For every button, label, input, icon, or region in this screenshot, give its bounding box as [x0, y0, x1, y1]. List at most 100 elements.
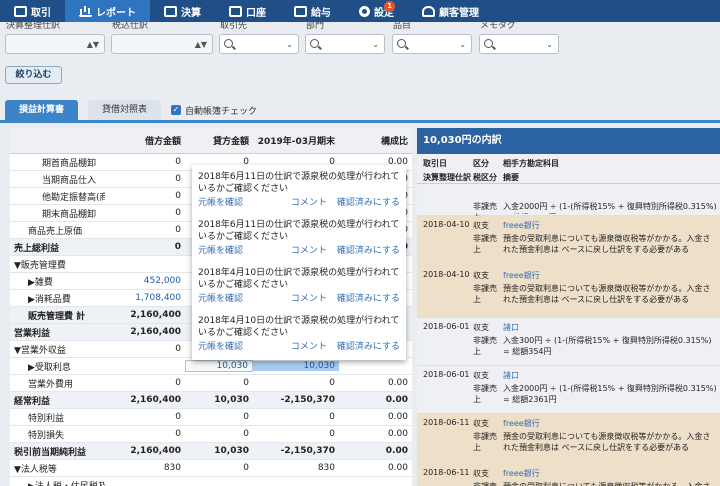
- header-tax: 税区分: [473, 173, 497, 182]
- nav-item-5[interactable]: 設定: [345, 0, 408, 22]
- check-message: 2018年6月11日の仕訳で源泉税の処理が行われているかご確認ください: [198, 172, 400, 194]
- cell-debit[interactable]: 1,708,400: [105, 293, 185, 303]
- cell-name: 営業外費用: [28, 379, 74, 390]
- nav-item-3[interactable]: 口座: [215, 0, 280, 22]
- bar-chart-icon: [79, 6, 92, 17]
- table-row[interactable]: 特別損失 0 0 0 0.00: [10, 426, 412, 443]
- comment-link[interactable]: コメント: [291, 245, 327, 257]
- auto-check-toggle[interactable]: ✓ 自動帳簿チェック: [171, 104, 257, 117]
- table-row[interactable]: 経常利益 2,160,400 10,030 -2,150,370 0.00: [10, 392, 412, 409]
- cell-credit[interactable]: 0: [185, 378, 253, 388]
- breakdown-row[interactable]: 非課売上入金2000円 ÷ (1-(所得税15% + 復興特別所得税0.315%…: [417, 184, 720, 222]
- breakdown-row[interactable]: 2018-06-01 収支 諸口 非課売上 入金300円 ÷ (1-(所得税15% + …: [417, 318, 720, 366]
- cell-balance[interactable]: -2,150,370: [253, 446, 339, 456]
- mark-checked-link[interactable]: 確認済みにする: [337, 197, 400, 209]
- cell-debit[interactable]: 2,160,400: [105, 327, 185, 337]
- chevron-down-icon: ⌄: [459, 40, 466, 49]
- nav-item-6[interactable]: 顧客管理: [408, 0, 493, 22]
- adjust-entry-select[interactable]: ▲▼: [5, 34, 105, 54]
- cell-credit[interactable]: 10,030: [185, 395, 253, 405]
- cell-credit[interactable]: 0: [185, 429, 253, 439]
- comment-link[interactable]: コメント: [291, 197, 327, 209]
- cell-credit[interactable]: 10,030: [185, 446, 253, 456]
- breakdown-row[interactable]: 2018-06-01 収支 諸口 非課売上 入金2000円 ÷ (1-(所得税15% +…: [417, 366, 720, 414]
- breakdown-account[interactable]: freee銀行: [503, 270, 540, 281]
- breakdown-row[interactable]: 2018-04-10 収支 freee銀行 非課売上 預金の受取利息についても源泉徴収税…: [417, 216, 720, 266]
- breakdown-account[interactable]: 諸口: [503, 370, 519, 381]
- ledger-link[interactable]: 元帳を確認: [198, 341, 243, 353]
- breakdown-memo: 入金2000円 ÷ (1-(所得税15% + 復興特別所得税0.315%) = …: [503, 384, 717, 404]
- cell-name: 期末商品棚卸: [42, 209, 97, 220]
- table-row[interactable]: 税引前当期純利益 2,160,400 10,030 -2,150,370 0.00: [10, 443, 412, 460]
- cell-debit[interactable]: 0: [105, 412, 185, 422]
- tab-balance-sheet[interactable]: 貸借対照表: [88, 100, 162, 120]
- breakdown-account[interactable]: freee銀行: [503, 220, 540, 231]
- breakdown-row[interactable]: 2018-04-10 収支 freee銀行 非課売上 預金の受取利息についても源泉徴収税…: [417, 266, 720, 318]
- nav-item-2[interactable]: 決算: [150, 0, 215, 22]
- table-row[interactable]: ▶法人税・住民税及: [10, 477, 412, 486]
- table-row[interactable]: ▼法人税等 830 0 830 0.00: [10, 460, 412, 477]
- filter-label-memo-tag: メモタグ: [480, 22, 517, 31]
- cell-name: ▶雑費: [28, 277, 53, 288]
- department-search[interactable]: ⌄: [305, 34, 385, 54]
- cell-debit[interactable]: 0: [105, 344, 185, 354]
- cell-debit[interactable]: 830: [105, 463, 185, 473]
- document-icon: [14, 5, 27, 17]
- filter-label-department: 部門: [306, 22, 325, 31]
- cell-debit[interactable]: 0: [105, 225, 185, 235]
- cell-balance[interactable]: 0: [253, 378, 339, 388]
- breakdown-row[interactable]: 2018-06-11収支 freee銀行非課売上預金の受取利息についても源泉徴収税…: [417, 414, 720, 464]
- bank-icon: [229, 5, 242, 17]
- memo-tag-search[interactable]: ⌄: [479, 34, 559, 54]
- cell-debit[interactable]: 0: [105, 174, 185, 184]
- comment-link[interactable]: コメント: [291, 293, 327, 305]
- ledger-link[interactable]: 元帳を確認: [198, 293, 243, 305]
- tax-entry-select[interactable]: ▲▼: [111, 34, 213, 54]
- cell-debit[interactable]: 0: [105, 208, 185, 218]
- breakdown-account[interactable]: freee銀行: [503, 468, 540, 479]
- cell-debit[interactable]: 2,160,400: [105, 310, 185, 320]
- cell-debit[interactable]: 0: [105, 429, 185, 439]
- mark-checked-link[interactable]: 確認済みにする: [337, 341, 400, 353]
- cell-debit[interactable]: 2,160,400: [105, 395, 185, 405]
- filter-button[interactable]: 絞り込む: [5, 66, 62, 84]
- gear-icon: [359, 5, 370, 17]
- cell-debit[interactable]: 0: [105, 378, 185, 388]
- ledger-link[interactable]: 元帳を確認: [198, 245, 243, 257]
- breakdown-account[interactable]: freee銀行: [503, 418, 540, 429]
- breakdown-body: 非課売上入金2000円 ÷ (1-(所得税15% + 復興特別所得税0.315%…: [417, 184, 720, 486]
- table-row[interactable]: 特別利益 0 0 0 0.00: [10, 409, 412, 426]
- cell-debit[interactable]: 452,000: [105, 276, 185, 286]
- header-debit: 借方金額: [144, 137, 181, 147]
- cell-balance[interactable]: -2,150,370: [253, 395, 339, 405]
- tab-profit-loss[interactable]: 損益計算書: [5, 100, 79, 120]
- cell-balance[interactable]: 0: [253, 412, 339, 422]
- cell-name: 売上総利益: [14, 243, 60, 254]
- item-search[interactable]: ⌄: [392, 34, 472, 54]
- table-row[interactable]: 営業外費用 0 0 0 0.00: [10, 375, 412, 392]
- header-date: 取引日: [423, 159, 447, 168]
- ledger-link[interactable]: 元帳を確認: [198, 197, 243, 209]
- mark-checked-link[interactable]: 確認済みにする: [337, 293, 400, 305]
- mark-checked-link[interactable]: 確認済みにする: [337, 245, 400, 257]
- filter-row: ▲▼ ▲▼ ⌄ ⌄ ⌄ ⌄: [0, 34, 720, 54]
- cell-name: 税引前当期純利益: [14, 447, 87, 458]
- cell-credit[interactable]: 0: [185, 463, 253, 473]
- cell-debit[interactable]: 0: [105, 242, 185, 252]
- nav-item-4[interactable]: 給与: [280, 0, 345, 22]
- cell-balance[interactable]: 0: [253, 429, 339, 439]
- nav-item-1[interactable]: レポート: [65, 0, 150, 22]
- cell-balance[interactable]: 830: [253, 463, 339, 473]
- filter-label-adjust: 決算整理仕訳: [6, 22, 61, 31]
- cell-name: ▼販売管理費: [14, 260, 66, 271]
- comment-link[interactable]: コメント: [291, 341, 327, 353]
- breakdown-account[interactable]: 諸口: [503, 322, 519, 333]
- partner-search[interactable]: ⌄: [219, 34, 299, 54]
- nav-item-0[interactable]: 取引: [0, 0, 65, 22]
- breakdown-row[interactable]: 2018-06-11収支 freee銀行非課売上預金の受取利息についても源泉徴収税…: [417, 464, 720, 486]
- cell-credit[interactable]: 0: [185, 412, 253, 422]
- cell-debit[interactable]: 2,160,400: [105, 446, 185, 456]
- cell-debit[interactable]: 0: [105, 191, 185, 201]
- cell-debit[interactable]: 0: [105, 157, 185, 167]
- cell-name: 経常利益: [14, 396, 51, 407]
